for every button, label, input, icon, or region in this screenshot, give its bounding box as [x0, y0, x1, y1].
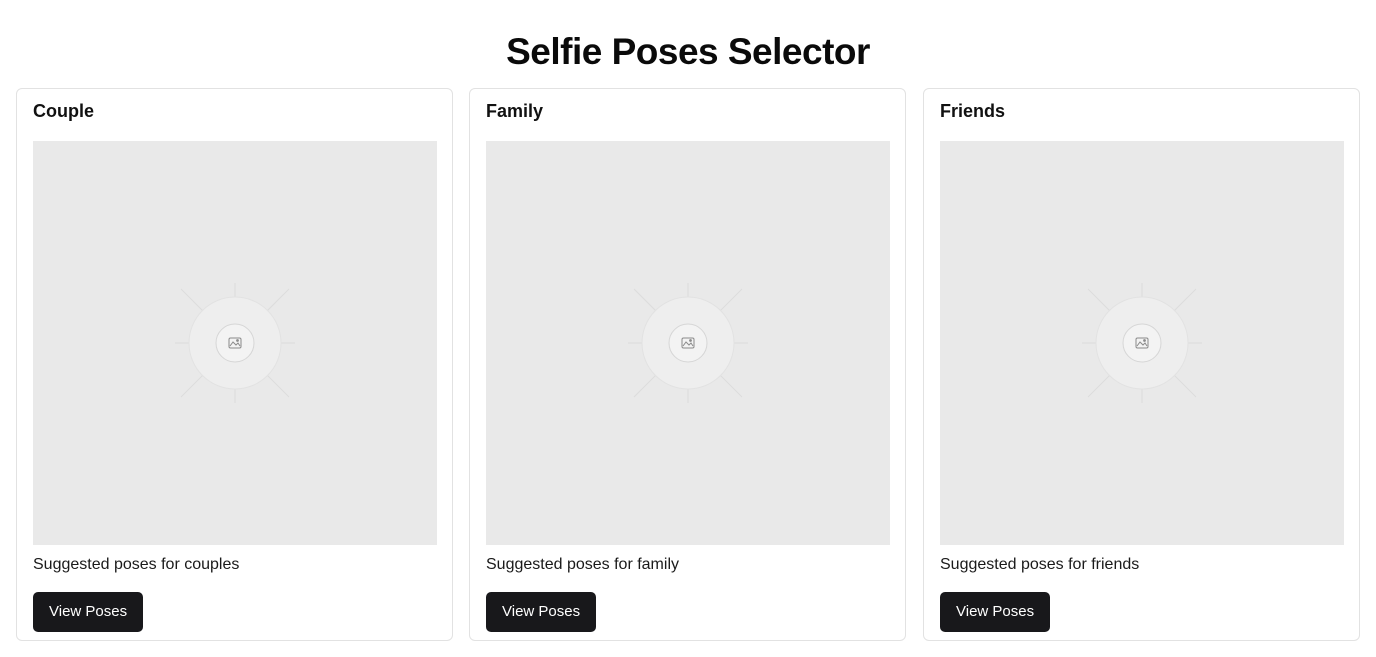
card-image-placeholder	[486, 141, 890, 545]
card-friends: Friends Suggested poses for friends View…	[923, 88, 1360, 641]
image-placeholder-icon	[628, 283, 748, 403]
card-image-placeholder	[940, 141, 1344, 545]
card-image-placeholder	[33, 141, 437, 545]
card-couple: Couple Suggested poses for couples View …	[16, 88, 453, 641]
view-poses-button[interactable]: View Poses	[940, 592, 1051, 632]
card-title: Family	[486, 101, 544, 121]
card-title: Couple	[33, 101, 94, 121]
card-description: Suggested poses for family	[486, 556, 679, 573]
card-description: Suggested poses for couples	[33, 556, 240, 573]
card-description: Suggested poses for friends	[940, 556, 1140, 573]
view-poses-button[interactable]: View Poses	[486, 592, 597, 632]
view-poses-button[interactable]: View Poses	[33, 592, 144, 632]
card-family: Family Suggested poses for family View P…	[469, 88, 906, 641]
page-title: Selfie Poses Selector	[506, 31, 870, 72]
image-placeholder-icon	[175, 283, 295, 403]
image-placeholder-icon	[1082, 283, 1202, 403]
card-title: Friends	[940, 101, 1006, 121]
